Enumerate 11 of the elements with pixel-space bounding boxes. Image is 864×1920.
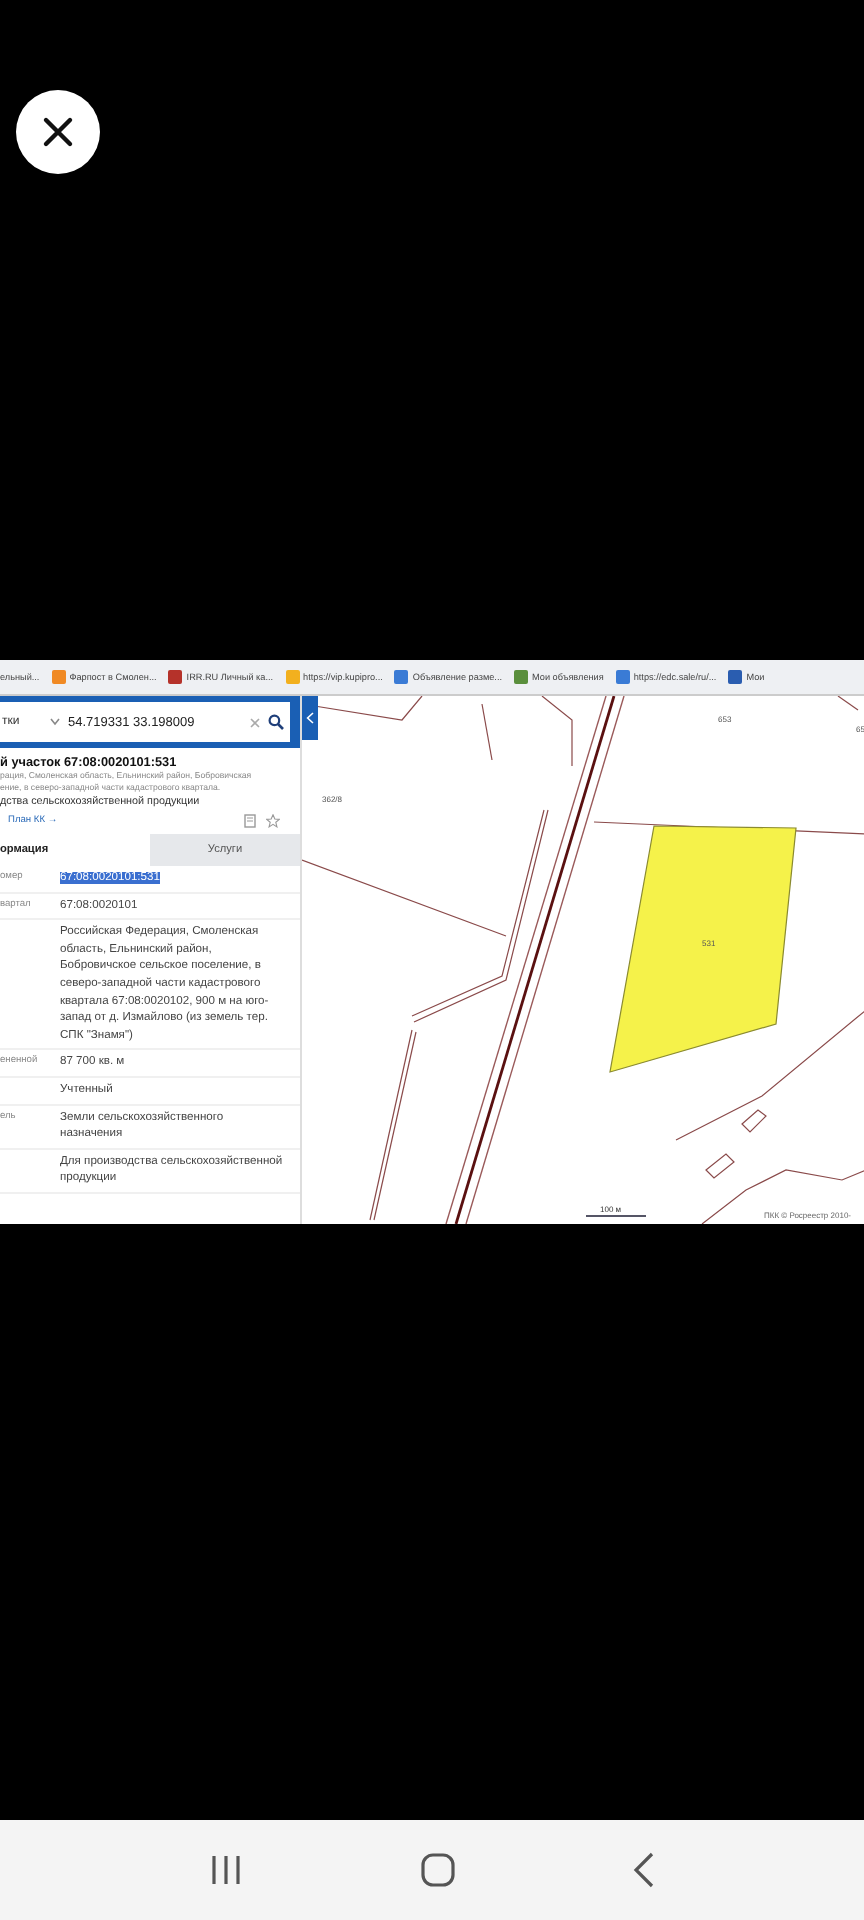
caret-icon bbox=[50, 718, 60, 726]
close-button[interactable] bbox=[16, 90, 100, 174]
home-icon[interactable] bbox=[420, 1852, 456, 1888]
search-icon[interactable] bbox=[268, 714, 284, 730]
recent-apps-icon[interactable] bbox=[208, 1854, 244, 1886]
star-icon[interactable] bbox=[266, 814, 280, 828]
close-icon bbox=[42, 116, 74, 148]
back-icon[interactable] bbox=[632, 1852, 656, 1888]
scale-bar bbox=[585, 1215, 647, 1217]
collapse-button[interactable] bbox=[302, 696, 318, 740]
chevron-icon bbox=[306, 712, 314, 724]
